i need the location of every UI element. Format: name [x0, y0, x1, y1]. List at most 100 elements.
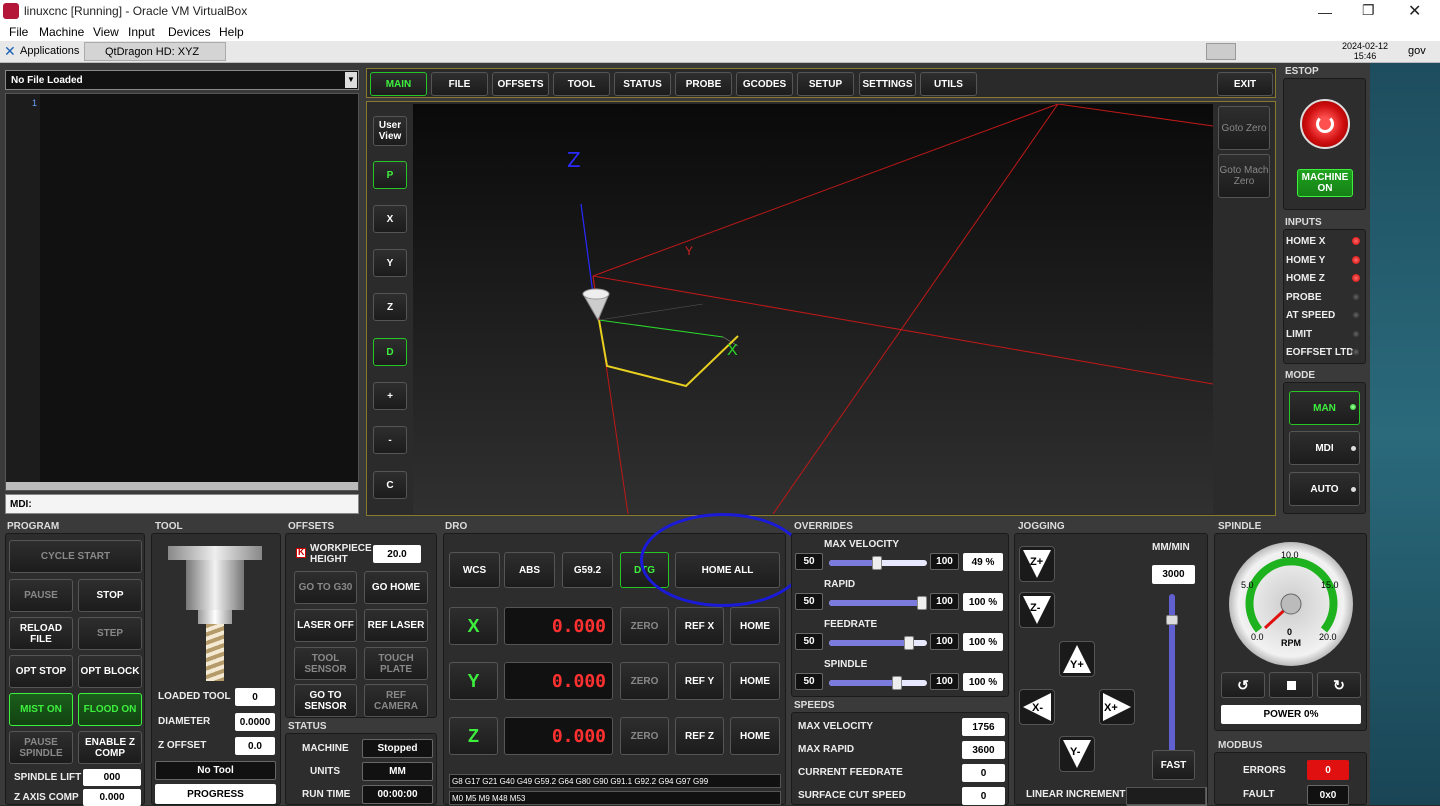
tool-sensor-button[interactable]: TOOL SENSOR	[294, 647, 357, 680]
ref-y-button[interactable]: REF Y	[675, 662, 724, 700]
touch-plate-button[interactable]: TOUCH PLATE	[364, 647, 428, 680]
mdi-input[interactable]: MDI:	[5, 494, 359, 514]
home-y-button[interactable]: HOME	[730, 662, 780, 700]
home-x-button[interactable]: HOME	[730, 607, 780, 645]
jog-x-plus-button[interactable]: X+	[1099, 689, 1135, 725]
override-feedrate-knob[interactable]	[904, 636, 914, 650]
flood-on-button[interactable]: FLOOD ON	[78, 693, 142, 726]
pause-button[interactable]: PAUSE	[9, 579, 73, 612]
override-max-velocity-slider[interactable]	[829, 556, 927, 570]
mode-man-button[interactable]: MAN	[1289, 391, 1360, 425]
jog-rate-slider-knob[interactable]	[1166, 615, 1178, 625]
tab-status[interactable]: STATUS	[614, 72, 671, 96]
tab-offsets[interactable]: OFFSETS	[492, 72, 549, 96]
cycle-start-button[interactable]: CYCLE START	[9, 540, 142, 573]
menu-help[interactable]: Help	[219, 25, 244, 39]
jog-y-plus-button[interactable]: Y+	[1059, 641, 1095, 677]
menu-file[interactable]: File	[9, 25, 28, 39]
machine-on-button[interactable]: MACHINE ON	[1297, 169, 1353, 197]
menu-machine[interactable]: Machine	[39, 25, 84, 39]
clear-view-button[interactable]: C	[373, 471, 407, 499]
enable-z-comp-button[interactable]: ENABLE Z COMP	[78, 731, 142, 764]
jog-z-minus-button[interactable]: Z-	[1019, 592, 1055, 628]
horizontal-scrollbar[interactable]	[6, 482, 358, 490]
gcode-preview-3d[interactable]: Z Y X	[413, 104, 1213, 514]
spindle-ccw-button[interactable]: ↺	[1221, 672, 1265, 698]
mist-on-button[interactable]: MIST ON	[9, 693, 73, 726]
stop-button[interactable]: STOP	[78, 579, 142, 612]
pause-spindle-button[interactable]: PAUSE SPINDLE	[9, 731, 73, 764]
override-rapid-knob[interactable]	[917, 596, 927, 610]
view-x-button[interactable]: X	[373, 205, 407, 233]
z-axis-button[interactable]: Z	[449, 717, 498, 755]
view-y-button[interactable]: Y	[373, 249, 407, 277]
goto-g30-button[interactable]: GO TO G30	[294, 571, 357, 604]
opt-stop-button[interactable]: OPT STOP	[9, 655, 73, 688]
go-home-button[interactable]: GO HOME	[364, 571, 428, 604]
step-button[interactable]: STEP	[78, 617, 142, 650]
tab-file[interactable]: FILE	[431, 72, 488, 96]
jog-x-minus-button[interactable]: X-	[1019, 689, 1055, 725]
opt-block-button[interactable]: OPT BLOCK	[78, 655, 142, 688]
override-spindle-slider[interactable]	[829, 676, 927, 690]
y-axis-button[interactable]: Y	[449, 662, 498, 700]
estop-button[interactable]	[1300, 99, 1350, 149]
tab-utils[interactable]: UTILS	[920, 72, 977, 96]
jog-fast-button[interactable]: FAST	[1152, 750, 1195, 780]
chevron-down-icon[interactable]: ▼	[345, 72, 357, 88]
spindle-lift-input[interactable]: 000	[83, 769, 141, 786]
tab-probe[interactable]: PROBE	[675, 72, 732, 96]
tab-gcodes[interactable]: GCODES	[736, 72, 793, 96]
mode-mdi-button[interactable]: MDI	[1289, 431, 1360, 465]
x-zero-button[interactable]: ZERO	[620, 607, 669, 645]
goto-sensor-button[interactable]: GO TO SENSOR	[294, 684, 357, 717]
g59-button[interactable]: G59.2	[562, 552, 613, 588]
mode-auto-button[interactable]: AUTO	[1289, 472, 1360, 506]
ref-camera-button[interactable]: REF CAMERA	[364, 684, 428, 717]
abs-button[interactable]: ABS	[504, 552, 555, 588]
ref-laser-button[interactable]: REF LASER	[364, 609, 428, 642]
menu-view[interactable]: View	[93, 25, 119, 39]
override-feedrate-slider[interactable]	[829, 636, 927, 650]
menu-devices[interactable]: Devices	[168, 25, 211, 39]
spindle-cw-button[interactable]: ↻	[1317, 672, 1361, 698]
jog-y-minus-button[interactable]: Y-	[1059, 736, 1095, 772]
tab-setup[interactable]: SETUP	[797, 72, 854, 96]
jog-z-plus-button[interactable]: Z+	[1019, 546, 1055, 582]
tab-settings[interactable]: SETTINGS	[859, 72, 916, 96]
override-spindle-knob[interactable]	[892, 676, 902, 690]
view-user-button[interactable]: User View	[373, 116, 407, 146]
systray-icon[interactable]	[1206, 43, 1236, 60]
zoom-in-button[interactable]: +	[373, 382, 407, 410]
ref-z-button[interactable]: REF Z	[675, 717, 724, 755]
view-z-button[interactable]: Z	[373, 293, 407, 321]
z-zero-button[interactable]: ZERO	[620, 717, 669, 755]
reload-file-button[interactable]: RELOAD FILE	[9, 617, 73, 650]
exit-button[interactable]: EXIT	[1217, 72, 1273, 96]
minimize-icon[interactable]: —	[1318, 4, 1332, 20]
workpiece-checkbox[interactable]: K	[296, 547, 306, 558]
close-icon[interactable]: ✕	[1408, 1, 1421, 21]
goto-mach-zero-button[interactable]: Goto Mach Zero	[1218, 154, 1270, 198]
home-z-button[interactable]: HOME	[730, 717, 780, 755]
taskbar-window-button[interactable]: QtDragon HD: XYZ	[84, 42, 226, 61]
applications-menu[interactable]: Applications	[20, 45, 79, 57]
zoom-out-button[interactable]: -	[373, 426, 407, 454]
laser-off-button[interactable]: LASER OFF	[294, 609, 357, 642]
menu-input[interactable]: Input	[128, 25, 155, 39]
tab-tool[interactable]: TOOL	[553, 72, 610, 96]
goto-zero-button[interactable]: Goto Zero	[1218, 106, 1270, 150]
maximize-icon[interactable]: ❐	[1362, 2, 1375, 19]
view-d-button[interactable]: D	[373, 338, 407, 366]
spindle-stop-button[interactable]	[1269, 672, 1313, 698]
override-rapid-slider[interactable]	[829, 596, 927, 610]
ref-x-button[interactable]: REF X	[675, 607, 724, 645]
z-axis-comp-input[interactable]: 0.000	[83, 789, 141, 806]
wcs-button[interactable]: WCS	[449, 552, 500, 588]
override-max-velocity-knob[interactable]	[872, 556, 882, 570]
gcode-editor[interactable]: 1	[5, 93, 359, 491]
y-zero-button[interactable]: ZERO	[620, 662, 669, 700]
view-p-button[interactable]: P	[373, 161, 407, 189]
tab-main[interactable]: MAIN	[370, 72, 427, 96]
file-selector[interactable]: No File Loaded ▼	[5, 70, 359, 90]
